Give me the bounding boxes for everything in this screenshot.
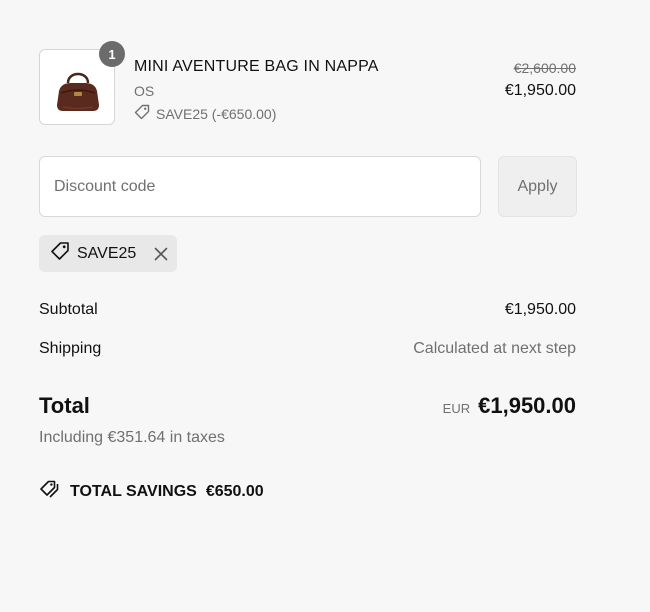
shipping-label: Shipping <box>39 340 102 357</box>
subtotal-label: Subtotal <box>39 301 98 318</box>
shipping-value: Calculated at next step <box>413 340 576 357</box>
total-label: Total <box>39 393 90 418</box>
subtotal-value: €1,950.00 <box>504 301 576 318</box>
total-savings-label: TOTAL SAVINGS <box>70 482 197 500</box>
applied-discount-code: SAVE25 <box>77 244 137 262</box>
product-variant: OS <box>134 83 155 99</box>
handbag-image <box>49 53 107 123</box>
apply-button[interactable]: Apply <box>498 156 577 217</box>
product-discount: SAVE25 (-€650.00) <box>134 104 276 123</box>
applied-discount-chip: SAVE25 <box>39 235 177 272</box>
tag-icon <box>50 241 70 266</box>
close-icon[interactable] <box>152 245 170 263</box>
quantity-badge: 1 <box>99 41 125 67</box>
total-savings-value: €650.00 <box>205 482 264 500</box>
tags-icon <box>39 479 61 504</box>
product-title: MINI AVENTURE BAG IN NAPPA <box>134 58 379 75</box>
total-value-group: EUR €1,950.00 <box>443 393 576 419</box>
final-price: €1,950.00 <box>504 82 576 99</box>
total-savings: TOTAL SAVINGS €650.00 <box>39 479 264 504</box>
tag-icon <box>134 104 150 123</box>
total-amount: €1,950.00 <box>478 393 576 418</box>
discount-code-input[interactable] <box>39 156 481 217</box>
original-price: €2,600.00 <box>513 60 576 76</box>
total-currency: EUR <box>442 401 471 416</box>
taxes-note: Including €351.64 in taxes <box>39 429 225 446</box>
product-discount-label: SAVE25 (-€650.00) <box>156 105 277 122</box>
